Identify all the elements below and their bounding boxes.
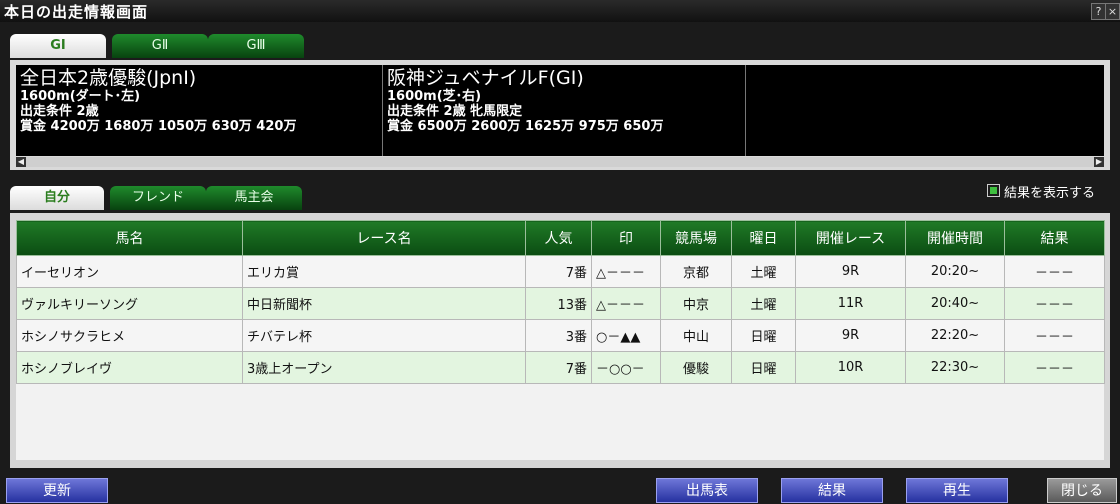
cell-horse-name: ヴァルキリーソング — [16, 287, 243, 320]
tab-g3[interactable]: GⅢ — [208, 34, 304, 58]
scroll-right-icon[interactable]: ▶ — [1094, 157, 1104, 167]
race-info-panel: 全日本2歳優駿(JpnⅠ) 1600m(ダート･左) 出走条件 2歳 賞金 42… — [10, 60, 1110, 170]
cell-mark: △－－－ — [591, 287, 661, 320]
cell-race-number: 10R — [795, 351, 906, 384]
race-list: 全日本2歳優駿(JpnⅠ) 1600m(ダート･左) 出走条件 2歳 賞金 42… — [16, 65, 1104, 156]
title-bar: 本日の出走情報画面 ? × — [0, 0, 1120, 22]
cell-horse-name: ホシノブレイヴ — [16, 351, 243, 384]
race-card[interactable]: 全日本2歳優駿(JpnⅠ) 1600m(ダート･左) 出走条件 2歳 賞金 42… — [16, 65, 383, 156]
update-button[interactable]: 更新 — [6, 478, 108, 503]
race-name: 全日本2歳優駿(JpnⅠ) — [20, 67, 197, 89]
race-condition: 出走条件 2歳 — [20, 104, 99, 119]
show-results-checkbox[interactable] — [987, 184, 1000, 197]
cell-time: 20:40~ — [905, 287, 1005, 320]
window-close-button[interactable]: × — [1105, 3, 1120, 20]
table-row[interactable]: ホシノサクラヒメ チバテレ杯 3番 ○－▲▲ 中山 日曜 9R 22:20~ －… — [16, 319, 1105, 352]
cell-race-name: 3歳上オープン — [242, 351, 526, 384]
race-prize: 賞金 6500万 2600万 1625万 975万 650万 — [387, 119, 664, 134]
tab-g2[interactable]: GⅡ — [112, 34, 208, 58]
scroll-left-icon[interactable]: ◀ — [16, 157, 26, 167]
cell-result: －－－ — [1004, 287, 1105, 320]
tab-g1[interactable]: GⅠ — [10, 34, 106, 58]
cell-popularity: 7番 — [525, 351, 592, 384]
cell-race-number: 11R — [795, 287, 906, 320]
cell-race-number: 9R — [795, 255, 906, 288]
header-time[interactable]: 開催時間 — [905, 220, 1005, 256]
cell-race-name: チバテレ杯 — [242, 319, 526, 352]
cell-racecourse: 中京 — [660, 287, 732, 320]
header-racecourse[interactable]: 競馬場 — [660, 220, 732, 256]
table-row[interactable]: イーセリオン エリカ賞 7番 △－－－ 京都 土曜 9R 20:20~ －－－ — [16, 255, 1105, 288]
entries-table-area: 馬名 レース名 人気 印 競馬場 曜日 開催レース 開催時間 結果 イーセリオン… — [16, 220, 1105, 460]
table-row[interactable]: ホシノブレイヴ 3歳上オープン 7番 －○○－ 優駿 日曜 10R 22:30~… — [16, 351, 1105, 384]
cell-time: 22:20~ — [905, 319, 1005, 352]
cell-result: －－－ — [1004, 351, 1105, 384]
race-name: 阪神ジュベナイルF(GⅠ) — [387, 67, 584, 89]
table-header-row: 馬名 レース名 人気 印 競馬場 曜日 開催レース 開催時間 結果 — [16, 220, 1105, 256]
cell-race-name: 中日新聞杯 — [242, 287, 526, 320]
grade-tabs: GⅠ GⅡ GⅢ — [10, 34, 310, 60]
header-horse-name[interactable]: 馬名 — [16, 220, 243, 256]
header-popularity[interactable]: 人気 — [525, 220, 592, 256]
cell-mark: －○○－ — [591, 351, 661, 384]
owner-tabs: 自分 フレンド 馬主会 — [10, 186, 310, 212]
cell-day: 土曜 — [731, 287, 796, 320]
header-mark[interactable]: 印 — [591, 220, 661, 256]
cell-time: 20:20~ — [905, 255, 1005, 288]
results-button[interactable]: 結果 — [781, 478, 883, 503]
cell-popularity: 13番 — [525, 287, 592, 320]
cell-racecourse: 中山 — [660, 319, 732, 352]
entries-table: 馬名 レース名 人気 印 競馬場 曜日 開催レース 開催時間 結果 イーセリオン… — [16, 220, 1105, 384]
cell-day: 日曜 — [731, 351, 796, 384]
tab-self[interactable]: 自分 — [10, 186, 104, 210]
race-list-scrollbar[interactable]: ◀ ▶ — [16, 157, 1104, 167]
help-button[interactable]: ? — [1091, 3, 1106, 20]
header-day[interactable]: 曜日 — [731, 220, 796, 256]
cell-racecourse: 優駿 — [660, 351, 732, 384]
cell-result: －－－ — [1004, 319, 1105, 352]
cell-mark: ○－▲▲ — [591, 319, 661, 352]
race-distance: 1600m(ダート･左) — [20, 89, 141, 104]
cell-race-number: 9R — [795, 319, 906, 352]
cell-race-name: エリカ賞 — [242, 255, 526, 288]
tab-owners-club[interactable]: 馬主会 — [206, 186, 302, 210]
cell-horse-name: イーセリオン — [16, 255, 243, 288]
cell-horse-name: ホシノサクラヒメ — [16, 319, 243, 352]
cell-popularity: 3番 — [525, 319, 592, 352]
table-row[interactable]: ヴァルキリーソング 中日新聞杯 13番 △－－－ 中京 土曜 11R 20:40… — [16, 287, 1105, 320]
race-distance: 1600m(芝･右) — [387, 89, 482, 104]
header-result[interactable]: 結果 — [1004, 220, 1105, 256]
race-condition: 出走条件 2歳 牝馬限定 — [387, 104, 523, 119]
header-race-number[interactable]: 開催レース — [795, 220, 906, 256]
header-race-name[interactable]: レース名 — [242, 220, 526, 256]
show-results-label: 結果を表示する — [1004, 186, 1096, 201]
replay-button[interactable]: 再生 — [906, 478, 1008, 503]
window-title: 本日の出走情報画面 — [4, 3, 149, 21]
cell-mark: △－－－ — [591, 255, 661, 288]
cell-result: －－－ — [1004, 255, 1105, 288]
cell-day: 土曜 — [731, 255, 796, 288]
entries-table-panel: 馬名 レース名 人気 印 競馬場 曜日 開催レース 開催時間 結果 イーセリオン… — [10, 213, 1110, 468]
cell-day: 日曜 — [731, 319, 796, 352]
cell-racecourse: 京都 — [660, 255, 732, 288]
tab-friend[interactable]: フレンド — [110, 186, 206, 210]
race-prize: 賞金 4200万 1680万 1050万 630万 420万 — [20, 119, 297, 134]
cell-time: 22:30~ — [905, 351, 1005, 384]
close-button[interactable]: 閉じる — [1047, 478, 1117, 503]
race-card[interactable]: 阪神ジュベナイルF(GⅠ) 1600m(芝･右) 出走条件 2歳 牝馬限定 賞金… — [383, 65, 746, 156]
cell-popularity: 7番 — [525, 255, 592, 288]
entries-button[interactable]: 出馬表 — [656, 478, 758, 503]
